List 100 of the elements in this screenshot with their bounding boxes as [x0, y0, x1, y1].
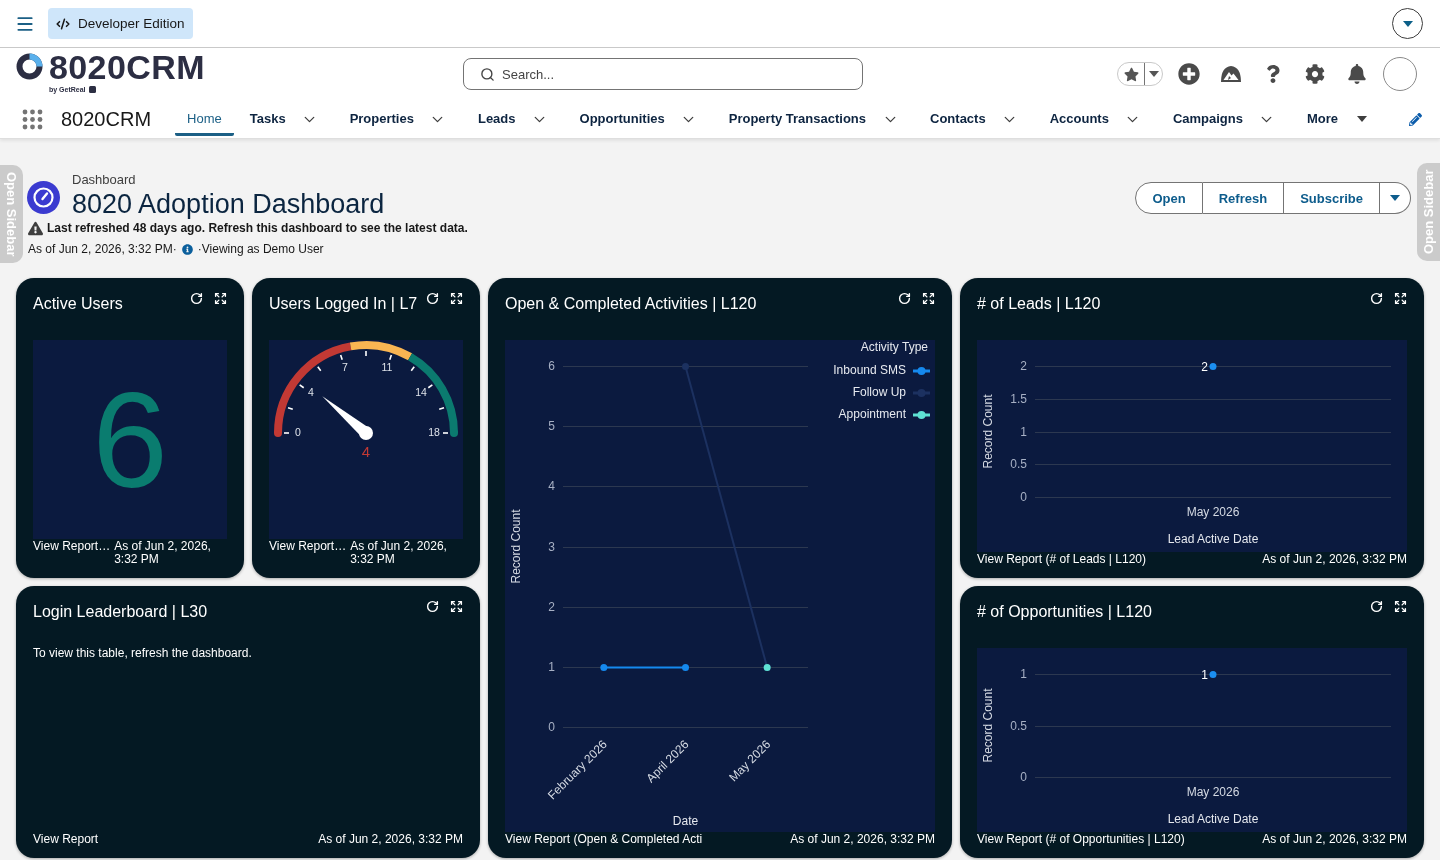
widget-title: # of Leads | L120	[977, 294, 1102, 314]
refresh-icon[interactable]	[1370, 600, 1383, 613]
favorites-control[interactable]	[1117, 62, 1163, 86]
nav-tab[interactable]: Tasks	[237, 100, 298, 136]
legend-label: Appointment	[838, 407, 906, 422]
axis-tick-label: 5	[548, 418, 555, 433]
gauge-needle	[322, 396, 373, 440]
axis-tick-label: 2	[1020, 358, 1027, 373]
widget-title: Users Logged In | L7	[269, 294, 419, 314]
view-report-link[interactable]: View Report (# of Leads | L120)	[977, 553, 1146, 566]
dashboard-title: 8020 Adoption Dashboard	[72, 188, 385, 220]
nav-tab[interactable]: Campaigns	[1160, 100, 1255, 136]
pencil-icon[interactable]	[1409, 112, 1422, 126]
bell-icon[interactable]	[1347, 64, 1367, 84]
axis-tick-label: 0	[1020, 489, 1027, 504]
nav-tab[interactable]: Opportunities	[567, 100, 677, 136]
nav-tab[interactable]: Home	[175, 100, 234, 136]
caret-icon[interactable]	[1357, 116, 1368, 122]
axis-tick-label: 6	[548, 358, 555, 373]
refresh-icon[interactable]	[190, 292, 203, 305]
warning-icon	[28, 220, 43, 236]
view-report-link[interactable]: View Report (# of Opportunities | L120)	[977, 833, 1185, 846]
refresh-icon[interactable]	[426, 292, 439, 305]
axis-title: Date	[672, 814, 699, 829]
gauge-tick-label: 14	[415, 385, 427, 398]
expand-icon[interactable]	[1394, 600, 1407, 613]
dashboard-type-label: Dashboard	[72, 172, 137, 188]
widget-title: Login Leaderboard | L30	[33, 602, 209, 622]
logo-text: 8020CRM	[49, 49, 205, 84]
expand-icon[interactable]	[450, 292, 463, 305]
refresh-icon[interactable]	[898, 292, 911, 305]
help-icon[interactable]	[1264, 65, 1282, 83]
axis-tick-label: May 2026	[1186, 785, 1240, 800]
axis-tick-label: 1.5	[1010, 391, 1027, 406]
avatar-icon[interactable]	[1383, 57, 1417, 91]
expand-icon[interactable]	[1394, 292, 1407, 305]
axis-tick-label: 2	[548, 599, 555, 614]
search-icon	[480, 67, 495, 82]
caret-icon	[1402, 20, 1413, 27]
logo-badge-icon	[88, 85, 96, 93]
refresh-icon[interactable]	[1370, 292, 1383, 305]
as-of-text: As of Jun 2, 2026, 3:32 PM	[114, 540, 212, 566]
gauge-tick-label: 0	[295, 425, 301, 438]
data-label: 2	[1201, 359, 1208, 374]
nav-tab[interactable]: Contacts	[918, 100, 998, 136]
axis-tick-label: 1	[1020, 424, 1027, 439]
edition-badge[interactable]: Developer Edition	[48, 8, 193, 39]
add-icon[interactable]	[1178, 63, 1200, 85]
legend-title: Activity Type	[860, 340, 928, 355]
axis-tick-label: 1	[1020, 666, 1027, 681]
gauge-tick-label: 7	[342, 361, 348, 374]
mountain-icon[interactable]	[1220, 65, 1242, 83]
gauge-tick-label: 18	[428, 425, 440, 438]
expand-icon[interactable]	[214, 292, 227, 305]
axis-title: Record Count	[981, 394, 996, 469]
info-icon[interactable]	[181, 243, 193, 255]
axis-tick-label: 0.5	[1010, 718, 1027, 733]
viewing-as-text: ·Viewing as Demo User	[197, 242, 324, 256]
table-message: To view this table, refresh the dashboard.	[33, 646, 253, 660]
legend-label: Follow Up	[852, 385, 906, 400]
as-of-text: As of Jun 2, 2026, 3:32 PM	[1262, 553, 1407, 566]
axis-tick-label: 4	[548, 478, 555, 493]
as-of-text: As of Jun 2, 2026, 3:32 PM	[1262, 833, 1407, 846]
action-button[interactable]: Subscribe	[1284, 182, 1380, 214]
axis-tick-label: 0.5	[1010, 456, 1027, 471]
expand-icon[interactable]	[450, 600, 463, 613]
refresh-icon[interactable]	[426, 600, 439, 613]
search-field[interactable]: Search...	[463, 58, 863, 90]
data-label: 1	[1201, 667, 1208, 682]
as-of-text: As of Jun 2, 2026, 3:32 PM	[790, 833, 935, 846]
as-of-text: As of Jun 2, 2026, 3:32 PM	[350, 540, 448, 566]
axis-title: Record Count	[509, 509, 524, 584]
dropdown-button[interactable]	[1392, 8, 1423, 39]
nav-tab[interactable]: More	[1294, 100, 1351, 136]
view-report-link[interactable]: View Report (Open & Completed Acti	[505, 833, 703, 846]
action-button[interactable]: Open	[1135, 182, 1203, 214]
nav-tab[interactable]: Property Transactions	[716, 100, 879, 136]
settings-icon[interactable]	[1305, 64, 1325, 84]
nav-tab[interactable]: Leads	[465, 100, 528, 136]
view-report-link[interactable]: View Report	[33, 833, 99, 846]
nav-tab[interactable]: Properties	[337, 100, 426, 136]
axis-tick-label: 3	[548, 539, 555, 554]
as-of-text: As of Jun 2, 2026, 3:32 PM·	[28, 242, 177, 256]
as-of-text: As of Jun 2, 2026, 3:32 PM	[318, 833, 463, 846]
action-button[interactable]: Refresh	[1202, 182, 1285, 214]
code-icon	[56, 16, 70, 31]
dropdown-button[interactable]	[1380, 182, 1411, 214]
logo-ring-icon	[16, 53, 43, 80]
widget-title: Active Users	[33, 294, 124, 314]
view-report-link[interactable]: View Report…	[269, 540, 347, 553]
axis-tick-label: 0	[1020, 769, 1027, 784]
expand-icon[interactable]	[922, 292, 935, 305]
refresh-warning-text: Last refreshed 48 days ago. Refresh this dashboard to see the latest data.	[47, 221, 468, 235]
app-launcher-icon[interactable]	[22, 108, 43, 130]
axis-tick-label: 0	[548, 719, 555, 734]
axis-title: Lead Active Date	[1167, 532, 1259, 547]
axis-title: Lead Active Date	[1167, 812, 1259, 827]
gauge-tick-label: 11	[381, 361, 393, 374]
view-report-link[interactable]: View Report…	[33, 540, 111, 553]
nav-tab[interactable]: Accounts	[1037, 100, 1121, 136]
